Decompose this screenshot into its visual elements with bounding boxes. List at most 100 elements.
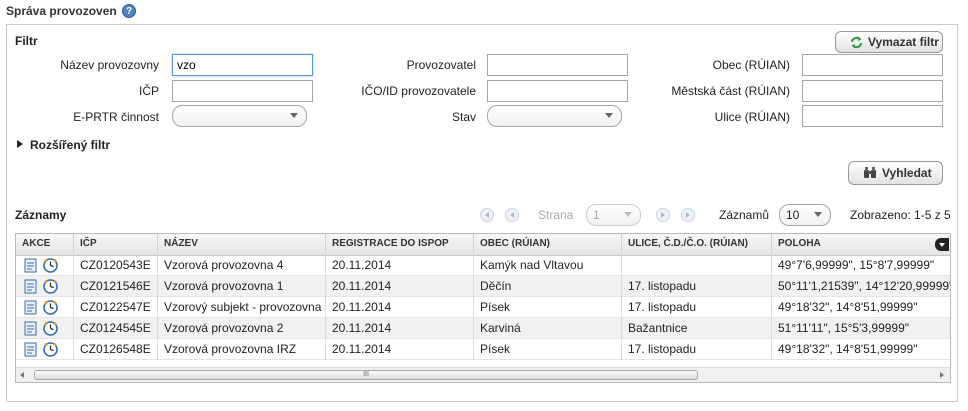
- row-actions: [16, 297, 74, 318]
- table-row[interactable]: CZ0124545E Vzorová provozovna 2 20.11.2014…: [16, 318, 950, 339]
- col-akce[interactable]: AKCE: [16, 234, 74, 254]
- cell-obec: Písek: [474, 297, 622, 318]
- document-icon[interactable]: [24, 342, 37, 357]
- cell-obec: Písek: [474, 339, 622, 360]
- clear-filter-button[interactable]: Vymazat filtr: [835, 31, 943, 53]
- filter-heading: Filtr: [15, 34, 38, 48]
- col-registrace[interactable]: REGISTRACE DO ISPOP: [326, 234, 474, 254]
- document-icon[interactable]: [24, 258, 37, 273]
- document-icon[interactable]: [24, 279, 37, 294]
- cell-obec: Karviná: [474, 318, 622, 339]
- ico-input[interactable]: [487, 80, 628, 102]
- provozovatel-input[interactable]: [487, 54, 628, 76]
- cell-icp: CZ0124545E: [74, 318, 158, 339]
- row-actions: [16, 318, 74, 339]
- page-select-value: 1: [593, 208, 600, 222]
- cell-registrace: 20.11.2014: [326, 297, 474, 318]
- column-menu-icon[interactable]: [935, 238, 949, 251]
- row-actions: [16, 255, 74, 276]
- count-select-value: 10: [786, 208, 800, 222]
- label-provozovatel: Provozovatel: [406, 58, 476, 72]
- table-row[interactable]: CZ0121546E Vzorová provozovna 1 20.11.2014…: [16, 276, 951, 297]
- table-row[interactable]: CZ0126548E Vzorová provozovna IRZ 20.11.20…: [16, 339, 950, 360]
- mestska-cast-input[interactable]: [802, 80, 943, 102]
- clock-icon[interactable]: [43, 321, 58, 336]
- clock-icon[interactable]: [43, 279, 58, 294]
- label-ulice: Ulice (RÚIAN): [714, 110, 790, 124]
- cell-ulice: 17. listopadu: [622, 297, 772, 318]
- label-nazev: Název provozovny: [60, 58, 159, 72]
- clock-icon[interactable]: [43, 342, 58, 357]
- page-title: Správa provozoven: [6, 4, 117, 18]
- prev-page-icon[interactable]: [505, 208, 519, 222]
- chevron-down-icon: [605, 113, 613, 118]
- scroll-left-icon[interactable]: [20, 372, 24, 378]
- row-actions: [16, 339, 74, 360]
- records-grid: AKCE IČP NÁZEV REGISTRACE DO ISPOP OBEC …: [15, 233, 951, 383]
- row-actions: [16, 276, 74, 297]
- col-nazev[interactable]: NÁZEV: [158, 234, 326, 254]
- shown-count: Zobrazeno: 1-5 z 5: [850, 208, 950, 222]
- stav-select[interactable]: [487, 105, 622, 127]
- col-ulice[interactable]: ULICE, Č.D./Č.O. (RÚIAN): [622, 234, 772, 254]
- table-row[interactable]: CZ0120543E Vzorová provozovna 4 20.11.2014…: [16, 255, 950, 276]
- obec-input[interactable]: [802, 54, 943, 76]
- first-page-icon[interactable]: [480, 208, 494, 222]
- cell-poloha: 49°18'32", 14°8'51,99999": [778, 342, 918, 356]
- cell-obec: Kamýk nad Vltavou: [474, 255, 622, 276]
- clock-icon[interactable]: [43, 258, 58, 273]
- col-obec[interactable]: OBEC (RÚIAN): [474, 234, 622, 254]
- clock-icon[interactable]: [43, 300, 58, 315]
- cell-icp: CZ0126548E: [74, 339, 158, 360]
- cell-registrace: 20.11.2014: [326, 255, 474, 276]
- chevron-down-icon: [624, 212, 632, 217]
- cell-icp: CZ0120543E: [74, 255, 158, 276]
- cell-poloha: 49°18'32", 14°8'51,99999": [778, 300, 918, 314]
- cell-poloha: 49°7'6,99999", 15°8'7,99999": [778, 258, 935, 272]
- label-eprtr: E-PRTR činnost: [73, 110, 159, 124]
- scroll-right-icon[interactable]: [940, 372, 944, 378]
- label-obec: Obec (RÚIAN): [712, 58, 790, 72]
- eprtr-select[interactable]: [172, 105, 307, 127]
- advanced-filter-toggle[interactable]: Rozšířený filtr: [30, 138, 110, 152]
- chevron-down-icon: [290, 113, 298, 118]
- cell-registrace: 20.11.2014: [326, 339, 474, 360]
- cell-ulice: [622, 255, 772, 276]
- ulice-input[interactable]: [802, 105, 943, 127]
- triangle-right-icon[interactable]: [17, 140, 23, 148]
- clear-filter-label: Vymazat filtr: [868, 35, 939, 49]
- cell-poloha: 50°11'1,21539", 14°12'20,99999": [778, 279, 951, 293]
- label-mestska-cast: Městská část (RÚIAN): [671, 84, 790, 98]
- label-ico: IČO/ID provozovatele: [361, 84, 476, 98]
- cell-ulice: 17. listopadu: [622, 276, 772, 297]
- last-page-icon[interactable]: [681, 208, 695, 222]
- horizontal-scrollbar[interactable]: III: [16, 367, 950, 382]
- chevron-down-icon: [814, 212, 822, 217]
- cell-nazev: Vzorová provozovna 4: [158, 255, 326, 276]
- cell-ulice: Bažantnice: [622, 318, 772, 339]
- search-label: Vyhledat: [882, 166, 932, 180]
- table-row[interactable]: CZ0122547E Vzorový subjekt - provozovna 20…: [16, 297, 950, 318]
- label-stav: Stav: [451, 110, 476, 124]
- col-poloha[interactable]: POLOHA: [772, 234, 950, 254]
- nazev-input[interactable]: [172, 54, 313, 76]
- label-icp: IČP: [138, 84, 159, 98]
- page-select[interactable]: 1: [586, 204, 641, 226]
- document-icon[interactable]: [24, 321, 37, 336]
- cell-nazev: Vzorový subjekt - provozovna: [158, 297, 326, 318]
- records-heading: Záznamy: [15, 208, 67, 222]
- binoculars-icon: [864, 167, 876, 178]
- help-icon[interactable]: ?: [122, 4, 136, 18]
- scroll-thumb[interactable]: III: [34, 370, 698, 380]
- cell-nazev: Vzorová provozovna 2: [158, 318, 326, 339]
- icp-input[interactable]: [172, 80, 313, 102]
- cell-ulice: 17. listopadu: [622, 339, 772, 360]
- cell-obec: Děčín: [474, 276, 622, 297]
- cell-poloha: 51°11'11", 15°5'3,99999": [778, 321, 910, 335]
- col-icp[interactable]: IČP: [74, 234, 158, 254]
- document-icon[interactable]: [24, 300, 37, 315]
- search-button[interactable]: Vyhledat: [848, 161, 943, 185]
- count-select[interactable]: 10: [779, 204, 831, 226]
- cell-registrace: 20.11.2014: [326, 318, 474, 339]
- next-page-icon[interactable]: [656, 208, 670, 222]
